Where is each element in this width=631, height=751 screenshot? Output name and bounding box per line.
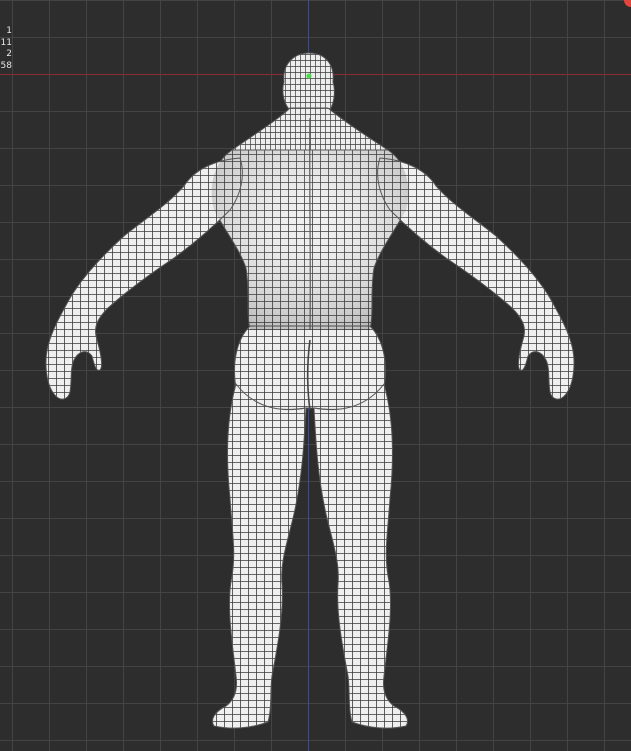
mesh-right-leg [313,382,408,729]
pivot-point-icon[interactable] [306,73,312,79]
mesh-left-leg [212,382,307,729]
mesh-pelvis [234,325,386,410]
mesh-head [282,52,335,113]
humanoid-mesh[interactable] [0,0,631,751]
3d-viewport[interactable]: 1 11 2 58 [0,0,631,751]
mesh-body [45,52,575,729]
mesh-shading [211,150,409,330]
